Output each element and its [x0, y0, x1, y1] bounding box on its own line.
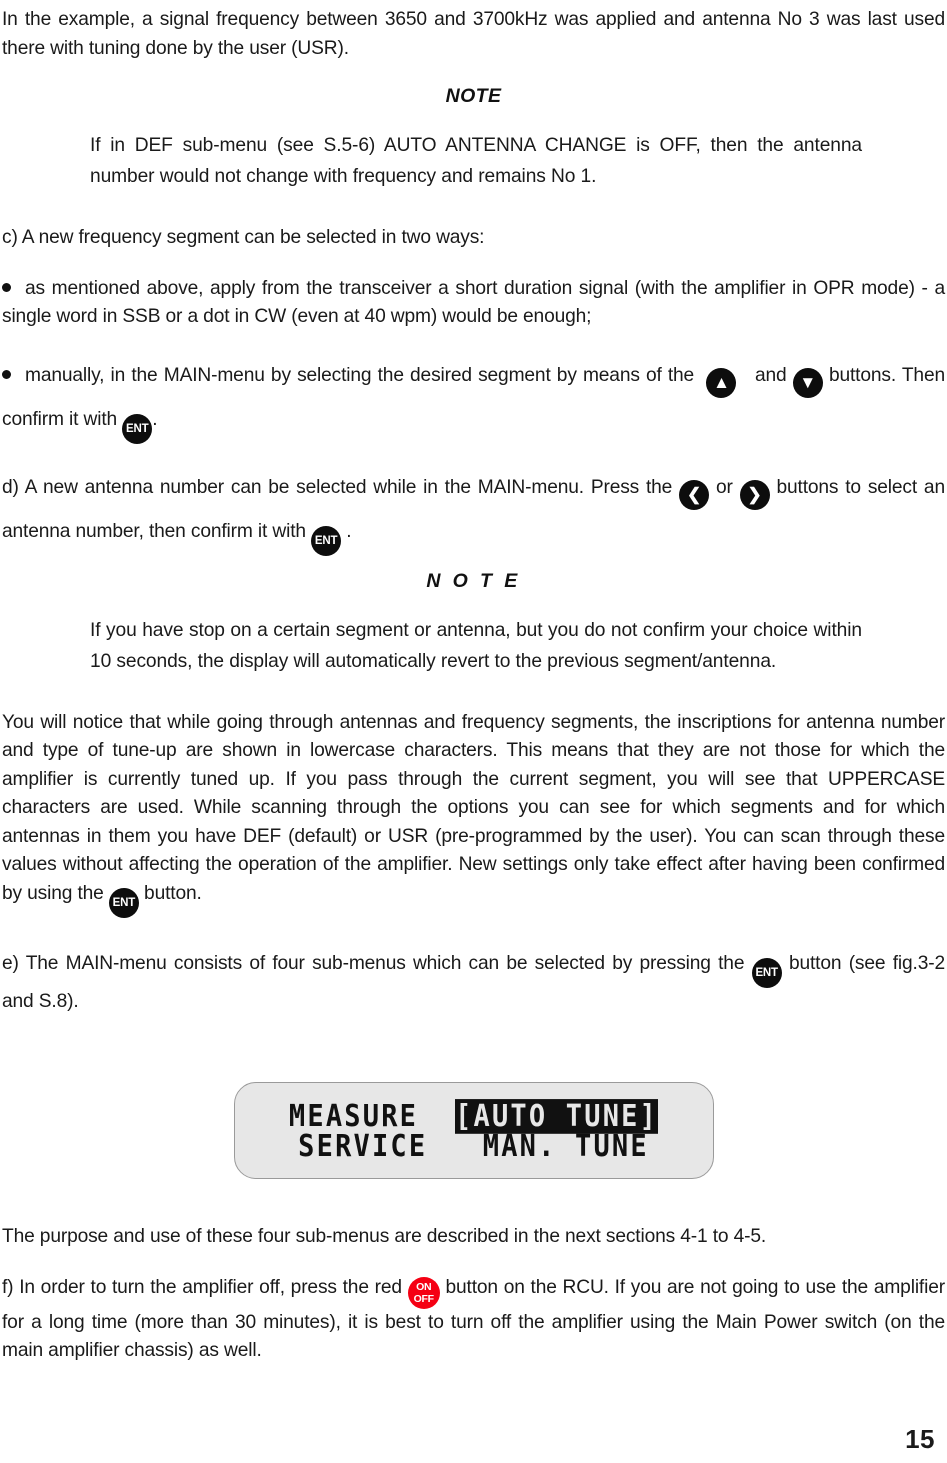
lcd-line-2-man-tune: MAN. TUNE [482, 1128, 649, 1164]
bullet-item-2-period: . [152, 408, 158, 430]
document-page: In the example, a signal frequency betwe… [0, 0, 947, 1463]
right-arrow-button-icon[interactable]: ❯ [739, 479, 770, 510]
down-arrow-button-icon[interactable]: ▼ [792, 367, 823, 398]
note-body-2: If you have stop on a certain segment or… [90, 619, 862, 672]
item-f-paragraph: f) In order to turn the amplifier off, p… [2, 1274, 945, 1366]
note-body-1: If in DEF sub-menu (see S.5-6) AUTO ANTE… [90, 135, 862, 187]
lcd-line-2: SERVICE MAN. TUNE [298, 1128, 649, 1164]
bullet-item-2: manually, in the MAIN-menu by selecting … [2, 354, 945, 444]
item-d-paragraph: d) A new antenna number can be selected … [2, 466, 945, 556]
power-on-off-button-icon[interactable]: ON OFF [407, 1276, 440, 1309]
bullet-dot-icon [2, 282, 11, 292]
left-arrow-button-icon[interactable]: ❮ [679, 479, 710, 510]
ent-button-icon[interactable]: ENT [122, 413, 153, 444]
chevron-right-icon: ❯ [747, 484, 762, 504]
chevron-left-icon: ❮ [687, 484, 702, 504]
long-paragraph: You will notice that while going through… [2, 709, 945, 918]
lcd-line-1-measure: MEASURE [288, 1098, 419, 1134]
chevron-down-icon: ▼ [799, 372, 817, 392]
up-arrow-button-icon[interactable]: ▲ [706, 367, 737, 398]
lcd-line-1-gap [418, 1099, 455, 1134]
item-f-text-a: f) In order to turn the amplifier off, p… [2, 1276, 402, 1298]
lcd-line-1-selected-auto-tune: [AUTO TUNE] [455, 1098, 659, 1134]
ent-button-icon[interactable]: ENT [108, 887, 139, 918]
lcd-line-2-gap [427, 1129, 482, 1164]
lcd-panel: MEASURE [AUTO TUNE] SERVICE MAN. TUNE [233, 1082, 714, 1179]
item-d-text-a: d) A new antenna number can be selected … [2, 476, 673, 498]
bullet-item-1: as mentioned above, apply from the trans… [2, 275, 945, 332]
lcd-display-figure: MEASURE [AUTO TUNE] SERVICE MAN. TUNE [2, 1082, 945, 1179]
item-c-paragraph: c) A new frequency segment can be select… [2, 227, 485, 248]
item-d-period: . [346, 520, 352, 542]
page-number: 15 [905, 1424, 935, 1454]
power-on-label: ON [416, 1280, 432, 1293]
bullet-dot-icon [2, 369, 11, 379]
lcd-line-2-service: SERVICE [298, 1128, 428, 1164]
intro-paragraph: In the example, a signal frequency betwe… [2, 9, 945, 59]
chevron-up-icon: ▲ [713, 372, 730, 392]
note-heading-2: N O T E [426, 569, 521, 592]
ent-button-icon[interactable]: ENT [751, 957, 782, 988]
item-e-paragraph: e) The MAIN-menu consists of four sub-me… [2, 950, 945, 1017]
bullet-item-2-text-a: manually, in the MAIN-menu by selecting … [25, 364, 695, 386]
purpose-paragraph: The purpose and use of these four sub-me… [2, 1226, 767, 1247]
long-paragraph-text-a: You will notice that while going through… [2, 711, 945, 904]
ent-button-icon[interactable]: ENT [311, 525, 342, 556]
note-heading-1: NOTE [445, 85, 502, 107]
long-paragraph-text-b: button. [144, 882, 202, 904]
item-d-conjunction: or [715, 476, 733, 498]
page-content: In the example, a signal frequency betwe… [0, 6, 947, 1366]
power-off-label: OFF [413, 1292, 434, 1305]
bullet-item-2-conjunction: and [755, 364, 787, 386]
item-e-text-a: e) The MAIN-menu consists of four sub-me… [2, 952, 745, 974]
bullet-item-1-text: as mentioned above, apply from the trans… [2, 277, 945, 328]
